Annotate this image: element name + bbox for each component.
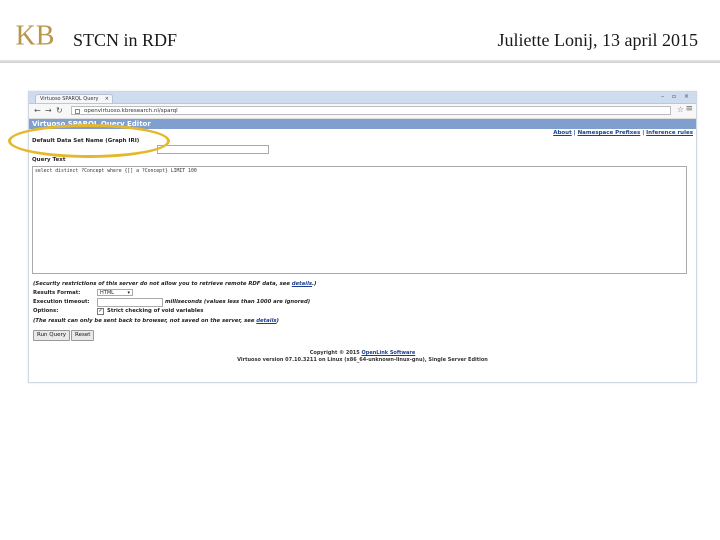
query-text-label: Query Text bbox=[32, 157, 66, 163]
default-dataset-input[interactable] bbox=[157, 145, 269, 154]
reload-icon[interactable]: ↻ bbox=[56, 106, 63, 116]
browser-nav-bar: ← → ↻ openvirtuoso.kbresearch.nl/sparql … bbox=[29, 104, 696, 119]
url-text: openvirtuoso.kbresearch.nl/sparql bbox=[84, 108, 178, 114]
openlink-software-link[interactable]: OpenLink Software bbox=[362, 350, 416, 356]
query-text: select distinct ?Concept where {[] a ?Co… bbox=[35, 169, 197, 174]
security-note: (Security restrictions of this server do… bbox=[33, 281, 317, 287]
run-query-button[interactable]: Run Query bbox=[33, 330, 71, 341]
security-details-link[interactable]: details bbox=[292, 281, 312, 287]
menu-icon[interactable]: ≡ bbox=[685, 104, 693, 114]
bookmark-star-icon[interactable]: ☆ bbox=[677, 105, 684, 114]
result-note: (The result can only be sent back to bro… bbox=[33, 318, 279, 324]
tab-close-icon[interactable]: × bbox=[105, 95, 109, 104]
timeout-hint: milliseconds (values less than 1000 are … bbox=[165, 299, 311, 305]
kb-logo: KB bbox=[16, 20, 55, 48]
header-divider bbox=[0, 60, 720, 63]
slide-author-date: Juliette Lonij, 13 april 2015 bbox=[497, 30, 698, 50]
query-textarea[interactable]: select distinct ?Concept where {[] a ?Co… bbox=[32, 166, 687, 274]
browser-tab[interactable]: Virtuoso SPARQL Query × bbox=[35, 94, 113, 103]
execution-timeout-input[interactable] bbox=[97, 298, 163, 307]
strict-checking-label: Strict checking of void variables bbox=[107, 308, 204, 314]
highlight-ellipse bbox=[8, 124, 170, 158]
reset-button[interactable]: Reset bbox=[71, 330, 95, 341]
sparql-editor-page: Virtuoso SPARQL Query Editor About | Nam… bbox=[29, 119, 696, 382]
results-format-select[interactable]: HTML ▾ bbox=[97, 289, 133, 296]
browser-tab-bar: Virtuoso SPARQL Query × – ▫ × bbox=[29, 92, 696, 104]
top-links: About | Namespace Prefixes | Inference r… bbox=[553, 130, 693, 136]
copyright-line: Copyright © 2015 OpenLink Software bbox=[309, 350, 416, 356]
results-format-label: Results Format: bbox=[33, 290, 81, 296]
slide-title: STCN in RDF bbox=[73, 30, 178, 50]
results-format-value: HTML bbox=[100, 290, 114, 296]
chevron-down-icon: ▾ bbox=[127, 290, 130, 296]
strict-checking-checkbox[interactable]: ✓ bbox=[97, 308, 104, 315]
inference-rules-link[interactable]: Inference rules bbox=[646, 130, 693, 136]
about-link[interactable]: About bbox=[553, 130, 572, 136]
slide-header: KB STCN in RDF Juliette Lonij, 13 april … bbox=[0, 0, 720, 60]
execution-timeout-label: Execution timeout: bbox=[33, 299, 90, 305]
page-icon bbox=[75, 109, 80, 114]
namespace-prefixes-link[interactable]: Namespace Prefixes bbox=[578, 130, 641, 136]
url-bar[interactable]: openvirtuoso.kbresearch.nl/sparql bbox=[71, 106, 671, 115]
result-details-link[interactable]: details bbox=[256, 318, 276, 324]
tab-title: Virtuoso SPARQL Query bbox=[40, 96, 99, 102]
back-arrow-icon[interactable]: ← bbox=[34, 106, 41, 116]
options-label: Options: bbox=[33, 308, 59, 314]
window-controls[interactable]: – ▫ × bbox=[661, 93, 692, 100]
version-line: Virtuoso version 07.10.3211 on Linux (x8… bbox=[237, 357, 488, 363]
forward-arrow-icon[interactable]: → bbox=[45, 106, 52, 116]
svg-text:KB: KB bbox=[16, 20, 55, 48]
